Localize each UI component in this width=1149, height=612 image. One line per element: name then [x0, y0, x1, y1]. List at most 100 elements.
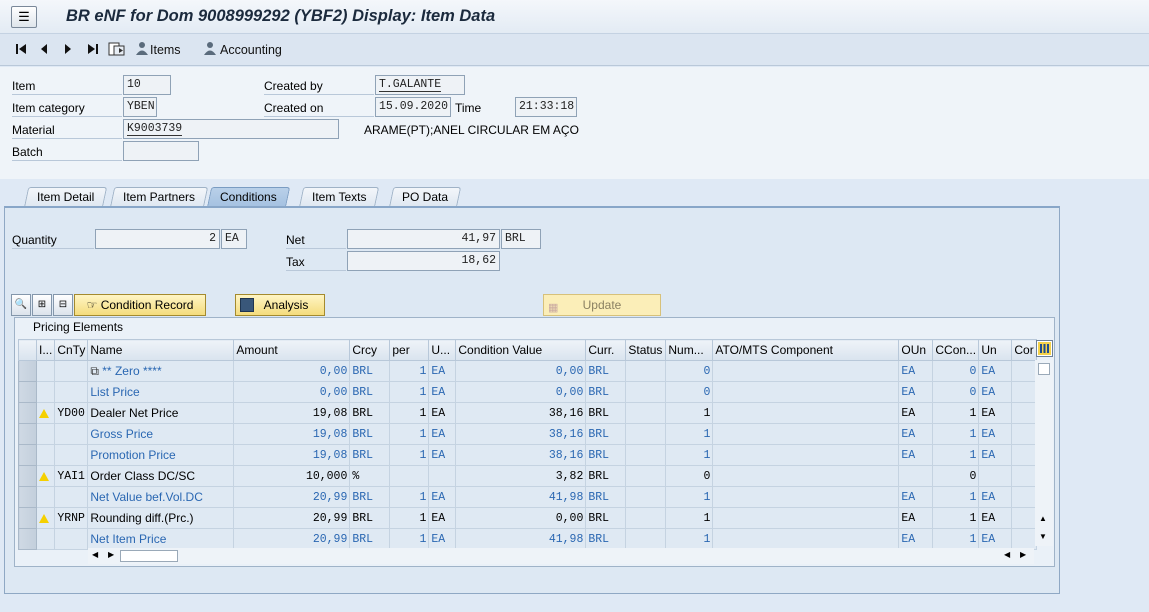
uom-cell-text: EA — [981, 532, 996, 546]
update-button[interactable]: ▦ Update — [543, 294, 661, 316]
row-selector[interactable] — [18, 360, 37, 382]
row-selector[interactable] — [18, 381, 37, 403]
scroll-down-icon[interactable]: ▼ — [1039, 532, 1047, 541]
display-document-icon[interactable] — [108, 41, 126, 57]
accounting-button[interactable]: Accounting — [202, 41, 282, 57]
analysis-button[interactable]: Analysis — [235, 294, 325, 316]
menu-icon[interactable]: ☰ — [11, 6, 37, 28]
row-selector[interactable] — [18, 486, 37, 508]
table-row[interactable]: Net Value bef.Vol.DC 20,99 BRL 1 EA 41,98 BRL 1… — [18, 486, 1037, 508]
batch-field[interactable] — [123, 141, 199, 161]
numerator-cell: 1 — [665, 486, 714, 508]
time-field[interactable]: 21:33:18 — [515, 97, 577, 117]
column-header[interactable]: Amount — [233, 339, 351, 361]
table-row[interactable]: ⧉ ** Zero **** 0,00 BRL 1 EA 0,00 BRL 0 EA 0 EA — [18, 360, 1037, 382]
numerator-cell: 1 — [665, 423, 714, 445]
column-header[interactable]: Curr. — [585, 339, 627, 361]
created-by-field[interactable]: T.GALANTE — [375, 75, 465, 95]
row-selector[interactable] — [18, 507, 37, 529]
quantity-field[interactable]: 2 — [95, 229, 220, 249]
row-selector[interactable] — [18, 465, 37, 487]
column-settings-icon[interactable] — [1036, 340, 1053, 357]
previous-page-icon[interactable] — [38, 41, 50, 57]
select-all-header[interactable] — [18, 339, 37, 361]
column-header[interactable]: Status — [625, 339, 667, 361]
scroll-right-icon[interactable]: ▶ — [108, 550, 114, 559]
row-selector[interactable] — [18, 402, 37, 424]
scroll-up-icon[interactable]: ▲ — [1039, 514, 1047, 523]
last-page-icon[interactable] — [86, 41, 100, 57]
tax-field[interactable]: 18,62 — [347, 251, 500, 271]
insert-row-icon[interactable]: ⊞ — [32, 294, 52, 316]
table-row[interactable]: List Price 0,00 BRL 1 EA 0,00 BRL 0 EA 0 EA — [18, 381, 1037, 403]
material-field[interactable]: K9003739 — [123, 119, 339, 139]
vertical-scrollbar[interactable]: ▲ ▼ — [1035, 360, 1053, 546]
next-page-icon[interactable] — [62, 41, 74, 57]
scroll-left-end-icon[interactable]: ◀ — [1004, 550, 1010, 559]
tab-po-data[interactable]: PO Data — [388, 187, 462, 208]
column-header[interactable]: OUn — [898, 339, 934, 361]
condition-type-cell: YRNP — [54, 507, 89, 529]
scroll-right-end-icon[interactable]: ▶ — [1020, 550, 1026, 559]
column-header[interactable]: CnTy — [54, 339, 89, 361]
tab-item-detail[interactable]: Item Detail — [23, 187, 108, 208]
items-button[interactable]: Items — [134, 41, 181, 57]
currency-cell-text: BRL — [352, 490, 374, 504]
row-selector[interactable] — [18, 528, 37, 550]
scroll-thumb[interactable] — [1038, 363, 1050, 375]
column-header[interactable]: Num... — [665, 339, 714, 361]
first-page-icon[interactable] — [14, 41, 28, 57]
unit-cell-text: EA — [431, 385, 446, 399]
column-header[interactable]: I... — [35, 339, 56, 361]
table-row[interactable]: Promotion Price 19,08 BRL 1 EA 38,16 BRL 1 EA 1 EA — [18, 444, 1037, 466]
table-row[interactable]: YD00 Dealer Net Price 19,08 BRL 1 EA 38,16 BRL 1… — [18, 402, 1037, 424]
conversion-cell: 1 — [932, 444, 980, 466]
tab-item-partners[interactable]: Item Partners — [109, 187, 209, 208]
value-currency-cell-text: BRL — [588, 385, 610, 399]
warning-cell — [35, 465, 56, 487]
horizontal-scrollbar[interactable]: ◀ ▶ ◀ ▶ — [88, 548, 1034, 564]
value-currency-cell-text: BRL — [588, 448, 610, 462]
column-header[interactable]: Condition Value — [455, 339, 587, 361]
table-row[interactable]: Net Item Price 20,99 BRL 1 EA 41,98 BRL 1 EA 1 EA — [18, 528, 1037, 550]
condition-name-cell-text: ** Zero **** — [102, 363, 162, 378]
row-selector[interactable] — [18, 423, 37, 445]
pricing-unit-cell: 1 — [389, 423, 430, 445]
unit-cell-text: EA — [431, 511, 446, 525]
column-header[interactable]: Name — [87, 339, 235, 361]
horizontal-scroll-thumb[interactable] — [120, 550, 178, 562]
tab-conditions[interactable]: Conditions — [206, 187, 290, 208]
tab-item-texts[interactable]: Item Texts — [298, 187, 380, 208]
item-category-field[interactable]: YBEN — [123, 97, 157, 117]
column-header[interactable]: ATO/MTS Component — [712, 339, 900, 361]
row-selector[interactable] — [18, 444, 37, 466]
column-header[interactable]: Crcy — [349, 339, 391, 361]
table-row[interactable]: YRNP Rounding diff.(Prc.) 20,99 BRL 1 EA 0,00 B… — [18, 507, 1037, 529]
net-field[interactable]: 41,97 — [347, 229, 500, 249]
condition-record-button[interactable]: ☞ Condition Record — [74, 294, 206, 316]
uom-cell: EA — [978, 402, 1013, 424]
column-header[interactable]: Cor — [1011, 339, 1037, 361]
ato-mts-cell — [712, 486, 900, 508]
condition-name-cell: Rounding diff.(Prc.) — [87, 507, 235, 529]
details-icon[interactable]: 🔍 — [11, 294, 31, 316]
delete-row-icon[interactable]: ⊟ — [53, 294, 73, 316]
item-field[interactable]: 10 — [123, 75, 171, 95]
condition-value-cell: 0,00 — [455, 381, 587, 403]
scroll-left-icon[interactable]: ◀ — [92, 550, 98, 559]
column-header[interactable]: Un — [978, 339, 1013, 361]
numerator-cell-text: 1 — [703, 532, 711, 546]
created-on-field[interactable]: 15.09.2020 — [375, 97, 451, 117]
quantity-unit-field[interactable]: EA — [221, 229, 247, 249]
net-currency-field[interactable]: BRL — [501, 229, 541, 249]
column-header[interactable]: CCon... — [932, 339, 980, 361]
table-row[interactable]: Gross Price 19,08 BRL 1 EA 38,16 BRL 1 EA 1 EA — [18, 423, 1037, 445]
column-header[interactable]: per — [389, 339, 430, 361]
conversion-cell-text: 1 — [969, 490, 977, 504]
column-header[interactable]: U... — [428, 339, 457, 361]
items-label: Items — [150, 43, 181, 57]
numerator-cell: 0 — [665, 465, 714, 487]
table-row[interactable]: YAI1 Order Class DC/SC 10,000% 3,82 BRL 0 0 — [18, 465, 1037, 487]
tab-item-detail-label: Item Detail — [37, 190, 95, 204]
order-unit-cell-text: EA — [901, 427, 916, 441]
